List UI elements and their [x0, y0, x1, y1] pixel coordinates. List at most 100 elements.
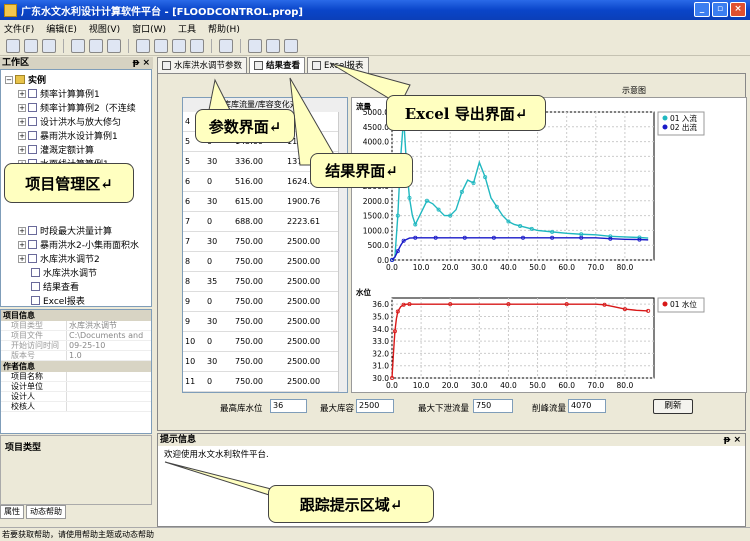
- table-row[interactable]: 11 0 750.00 2500.00: [183, 372, 347, 392]
- property-row[interactable]: 项目文件 C:\Documents and: [1, 331, 151, 341]
- menu-edit[interactable]: 编辑(E): [46, 22, 77, 35]
- calc-icon[interactable]: [190, 38, 204, 53]
- document-icon: [28, 145, 37, 154]
- table-icon[interactable]: [219, 38, 233, 53]
- max-release-field[interactable]: 750: [473, 399, 513, 413]
- copy-icon[interactable]: [89, 38, 103, 53]
- expand-icon[interactable]: +: [18, 117, 26, 126]
- property-category[interactable]: 作者信息: [1, 361, 151, 372]
- expand-icon[interactable]: +: [18, 89, 26, 98]
- tab-excel[interactable]: Excel报表: [307, 57, 369, 73]
- table-cell: 5: [185, 156, 191, 166]
- toolbar-separator: [63, 38, 64, 53]
- help-icon[interactable]: [172, 38, 186, 53]
- property-row[interactable]: 版本号 1.0: [1, 351, 151, 361]
- table-row[interactable]: 10 30 750.00 2500.00: [183, 352, 347, 372]
- tab-params[interactable]: 水库洪水调节参数: [157, 57, 248, 73]
- table-cell: 6: [185, 196, 191, 206]
- table-row[interactable]: 9 0 750.00 2500.00: [183, 292, 347, 312]
- tab-results[interactable]: 结果查看: [249, 57, 306, 73]
- minimize-button[interactable]: _: [694, 2, 710, 17]
- tree-node[interactable]: + 暴雨洪水2-小集雨面积水: [18, 239, 139, 251]
- tool-icon[interactable]: [154, 38, 168, 53]
- peak-cut-field[interactable]: 4070: [568, 399, 606, 413]
- callout-result: 结果界面↵: [310, 153, 413, 188]
- window2-icon[interactable]: [266, 38, 280, 53]
- table-cell: 2500.00: [287, 236, 321, 246]
- expand-icon[interactable]: −: [5, 75, 13, 84]
- hint-message: 欢迎使用水文水利软件平台.: [164, 450, 269, 460]
- tree-node[interactable]: 水库洪水调节: [31, 267, 98, 279]
- table-row[interactable]: 9 30 750.00 2500.00: [183, 312, 347, 332]
- expand-icon[interactable]: +: [18, 254, 26, 263]
- refresh-button[interactable]: 刷新: [653, 399, 693, 414]
- pin-close-icon[interactable]: ᵽ ×: [133, 57, 150, 69]
- open-icon[interactable]: [24, 38, 38, 53]
- table-cell: 615.00: [235, 196, 263, 206]
- max-level-field[interactable]: 36: [270, 399, 307, 413]
- cut-icon[interactable]: [71, 38, 85, 53]
- menu-window[interactable]: 窗口(W): [132, 22, 166, 35]
- print-icon[interactable]: [136, 38, 150, 53]
- tree-node[interactable]: + 时段最大洪量计算: [18, 225, 112, 237]
- expand-icon[interactable]: +: [18, 145, 26, 154]
- document-icon: [28, 240, 37, 249]
- menu-file[interactable]: 文件(F): [4, 22, 34, 35]
- legend-label: 02 出流: [670, 122, 697, 132]
- tree-node[interactable]: 结果查看: [31, 281, 80, 293]
- table-cell: 336.00: [235, 156, 263, 166]
- maximize-button[interactable]: ▫: [712, 2, 728, 17]
- close-button[interactable]: ×: [730, 2, 746, 17]
- chart-header: 示意图: [622, 86, 646, 95]
- property-row[interactable]: 设计人: [1, 392, 151, 402]
- tree-node[interactable]: + 暴雨洪水设计算例1: [18, 130, 118, 142]
- tree-node[interactable]: Excel报表: [31, 295, 85, 306]
- pin-close-icon[interactable]: ᵽ ×: [724, 434, 741, 446]
- tree-node[interactable]: + 频率计算算例2（不连续: [18, 102, 136, 114]
- property-row[interactable]: 设计单位: [1, 382, 151, 392]
- x-tick-label: 30.0: [471, 263, 488, 272]
- properties-grid[interactable]: 属性 项目信息项目类型水库洪水调节项目文件C:\Documents and开始访…: [0, 309, 152, 434]
- layout-icon[interactable]: [284, 38, 298, 53]
- tab-dynamic-help[interactable]: 动态帮助: [26, 505, 66, 519]
- expand-icon[interactable]: +: [18, 131, 26, 140]
- menu-view[interactable]: 视图(V): [89, 22, 120, 35]
- table-row[interactable]: 7 30 750.00 2500.00: [183, 232, 347, 252]
- expand-icon[interactable]: +: [18, 103, 26, 112]
- table-row[interactable]: 7 0 688.00 2223.61: [183, 212, 347, 232]
- paste-icon[interactable]: [107, 38, 121, 53]
- menu-help[interactable]: 帮助(H): [208, 22, 240, 35]
- max-storage-field[interactable]: 2500: [356, 399, 394, 413]
- document-icon: [31, 282, 40, 291]
- tree-node-label: 结果查看: [43, 283, 80, 293]
- expand-icon[interactable]: +: [18, 240, 26, 249]
- x-tick-label: 60.0: [558, 381, 575, 390]
- tree-node-label: 水库洪水调节: [43, 269, 98, 279]
- table-row[interactable]: 10 0 750.00 2500.00: [183, 332, 347, 352]
- tree-node[interactable]: + 频率计算算例1: [18, 88, 100, 100]
- new-icon[interactable]: [6, 38, 20, 53]
- table-row[interactable]: 8 0 750.00 2500.00: [183, 252, 347, 272]
- property-key: 项目名称: [11, 372, 43, 381]
- expand-icon[interactable]: +: [18, 226, 26, 235]
- property-row[interactable]: 校核人: [1, 402, 151, 412]
- window-icon[interactable]: [248, 38, 262, 53]
- tree-node[interactable]: + 设计洪水与放大修匀: [18, 116, 121, 128]
- menu-tools[interactable]: 工具: [178, 22, 196, 35]
- tree-node[interactable]: + 灌溉定额计算: [18, 144, 94, 156]
- property-row[interactable]: 项目名称: [1, 372, 151, 382]
- property-value: 09-25-10: [66, 341, 151, 350]
- tree-node[interactable]: + 水库洪水调节2: [18, 253, 100, 265]
- table-row[interactable]: 6 30 615.00 1900.76: [183, 192, 347, 212]
- document-icon: [28, 131, 37, 140]
- save-icon[interactable]: [42, 38, 56, 53]
- property-row[interactable]: 项目类型 水库洪水调节: [1, 321, 151, 331]
- tab-properties[interactable]: 属性: [0, 505, 24, 519]
- plot-frame: [391, 297, 655, 379]
- property-category[interactable]: 项目信息: [1, 310, 151, 321]
- table-row[interactable]: 8 35 750.00 2500.00: [183, 272, 347, 292]
- legend-marker: [662, 301, 668, 307]
- tree-node[interactable]: − 实例: [5, 74, 46, 86]
- document-icon: [31, 296, 40, 305]
- property-row[interactable]: 开始访问时间 09-25-10: [1, 341, 151, 351]
